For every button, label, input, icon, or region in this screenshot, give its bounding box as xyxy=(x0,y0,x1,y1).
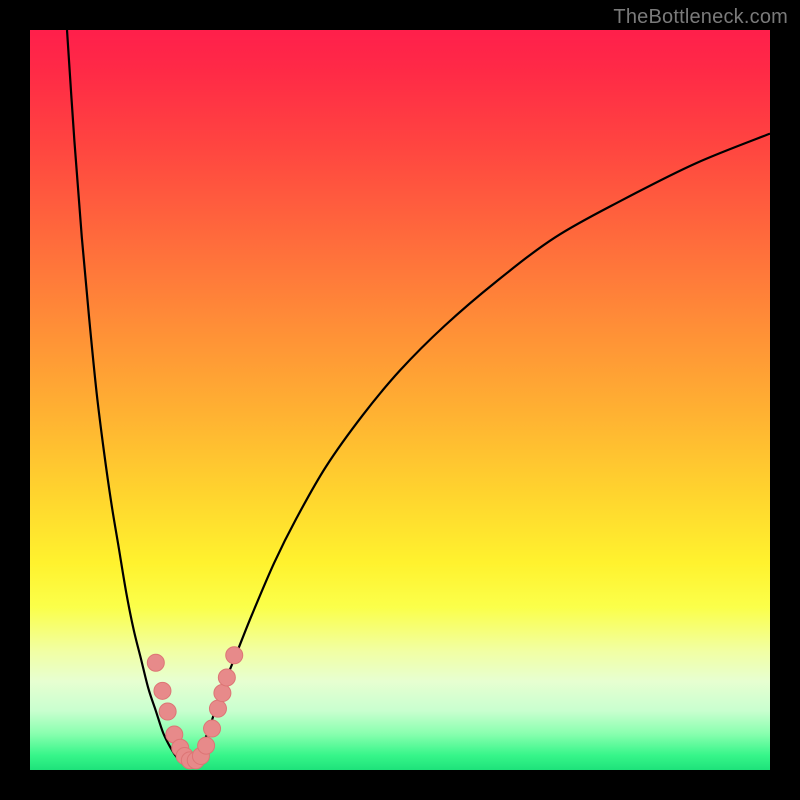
data-marker xyxy=(209,700,226,717)
chart-svg xyxy=(30,30,770,770)
data-marker xyxy=(198,737,215,754)
data-marker xyxy=(154,682,171,699)
curve-left-branch xyxy=(67,30,185,766)
curve-right-branch xyxy=(185,134,770,767)
chart-frame: TheBottleneck.com xyxy=(0,0,800,800)
marker-group xyxy=(147,647,242,769)
data-marker xyxy=(214,685,231,702)
data-marker xyxy=(218,669,235,686)
data-marker xyxy=(204,720,221,737)
data-marker xyxy=(226,647,243,664)
watermark-text: TheBottleneck.com xyxy=(613,6,788,29)
data-marker xyxy=(147,654,164,671)
plot-area xyxy=(30,30,770,770)
data-marker xyxy=(159,703,176,720)
